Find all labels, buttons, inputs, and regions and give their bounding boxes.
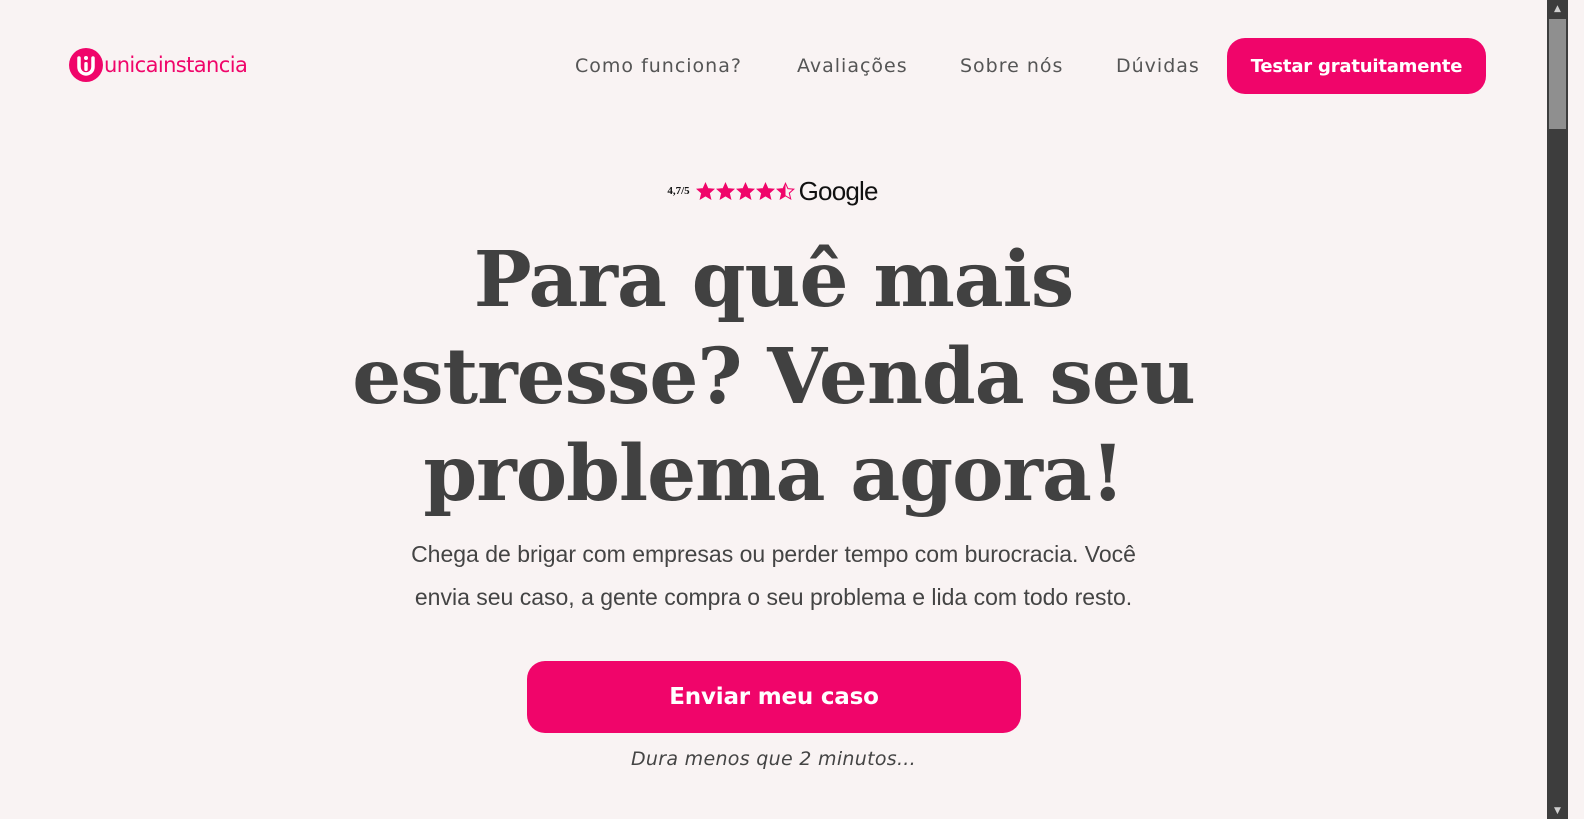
- rating-stars: [695, 182, 796, 200]
- brand-logo[interactable]: unicainstancia: [69, 48, 248, 82]
- rating-score: 4,7/5: [667, 185, 690, 197]
- hero-subtitle: Chega de brigar com empresas ou perder t…: [0, 533, 1547, 619]
- google-logo: Google: [798, 176, 879, 206]
- duration-note: Dura menos que 2 minutos...: [631, 748, 916, 770]
- headline-line: problema agora!: [423, 429, 1124, 519]
- page: unicainstancia Como funciona? Avaliações…: [0, 0, 1547, 819]
- subtitle-line: Chega de brigar com empresas ou perder t…: [411, 541, 1136, 567]
- scroll-up-arrow-icon[interactable]: ▲: [1547, 0, 1568, 17]
- star-filled-icon: [715, 182, 735, 200]
- nav-link-duvidas[interactable]: Dúvidas: [1116, 52, 1200, 80]
- nav-link-sobre-nos[interactable]: Sobre nós: [960, 52, 1063, 80]
- header-cta-button[interactable]: Testar gratuitamente: [1227, 38, 1486, 94]
- star-filled-icon: [735, 182, 755, 200]
- rating-badge: 4,7/5 Google: [0, 175, 1547, 207]
- star-half-icon: [775, 182, 795, 200]
- scroll-down-arrow-icon[interactable]: ▼: [1547, 802, 1568, 819]
- send-case-button[interactable]: Enviar meu caso: [527, 661, 1021, 733]
- star-filled-icon: [695, 182, 715, 200]
- star-filled-icon: [755, 182, 775, 200]
- headline-line: Para quê mais: [473, 235, 1075, 325]
- nav-link-avaliacoes[interactable]: Avaliações: [797, 52, 908, 80]
- nav-link-como-funciona[interactable]: Como funciona?: [575, 52, 742, 80]
- scroll-thumb[interactable]: [1549, 19, 1566, 129]
- logo-u-icon: [69, 48, 103, 82]
- window-edge: [1568, 0, 1584, 819]
- brand-name: unicainstancia: [104, 53, 248, 77]
- subtitle-line: envia seu caso, a gente compra o seu pro…: [414, 584, 1133, 610]
- vertical-scrollbar[interactable]: ▲ ▼: [1547, 0, 1568, 819]
- hero-headline: Para quê mais estresse? Venda seu proble…: [0, 232, 1547, 523]
- headline-line: estresse? Venda seu: [352, 332, 1196, 422]
